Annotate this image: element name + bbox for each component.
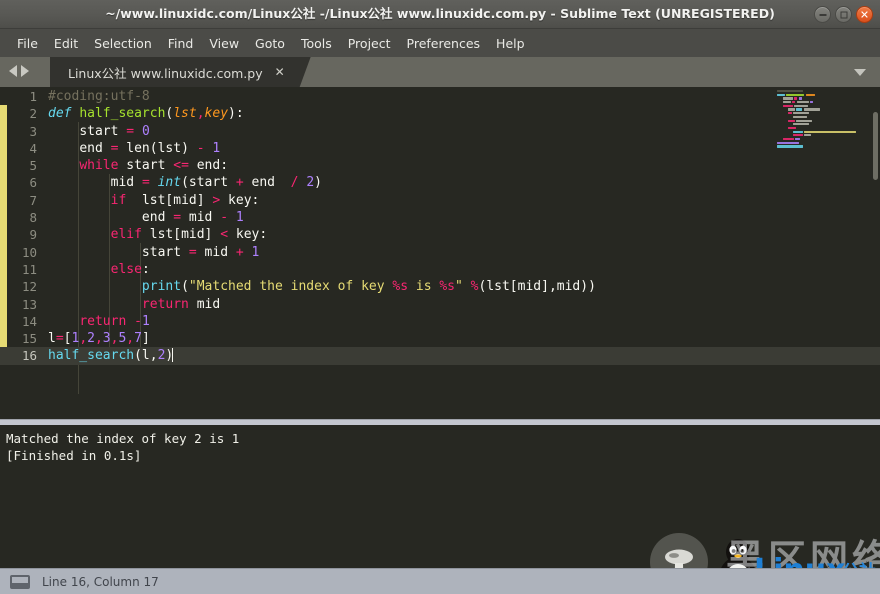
code-line: 11 else: — [0, 261, 880, 278]
line-number: 11 — [21, 261, 37, 277]
window-title: ~/www.linuxidc.com/Linux公社 -/Linux公社 www… — [105, 6, 775, 21]
menu-item-project[interactable]: Project — [340, 33, 399, 54]
console-line: Matched the index of key 2 is 1 — [6, 431, 240, 446]
menu-item-view[interactable]: View — [201, 33, 247, 54]
line-number: 9 — [29, 227, 37, 243]
minimize-button[interactable] — [814, 6, 831, 23]
status-bar: Line 16, Column 17 — [0, 568, 880, 594]
line-content: return -1 — [79, 313, 150, 329]
line-number: 6 — [29, 175, 37, 191]
editor-scrollbar[interactable] — [873, 112, 878, 180]
code-line: 4 end = len(lst) - 1 — [0, 140, 880, 157]
code-line: 9 elif lst[mid] < key: — [0, 226, 880, 243]
build-output-panel[interactable]: Matched the index of key 2 is 1 [Finishe… — [0, 425, 880, 568]
text-caret — [172, 348, 174, 363]
menu-item-tools[interactable]: Tools — [293, 33, 340, 54]
tab-active[interactable]: Linux公社 www.linuxidc.com.py ✕ — [50, 57, 311, 87]
menu-item-find[interactable]: Find — [160, 33, 202, 54]
line-number: 7 — [29, 192, 37, 208]
line-number: 1 — [29, 89, 37, 104]
line-content: l=[1,2,3,5,7] — [48, 331, 150, 347]
code-line: 3 start = 0 — [0, 123, 880, 140]
menu-item-goto[interactable]: Goto — [247, 33, 293, 54]
line-content: else: — [110, 261, 150, 277]
code-line: 14 return -1 — [0, 313, 880, 330]
nav-back-icon[interactable] — [9, 65, 17, 77]
chevron-down-icon[interactable] — [854, 69, 866, 76]
menu-item-help[interactable]: Help — [488, 33, 533, 54]
code-line: 13 return mid — [0, 296, 880, 313]
line-content: end = mid - 1 — [141, 210, 244, 226]
tab-close-icon[interactable]: ✕ — [275, 66, 285, 78]
line-number: 12 — [21, 279, 37, 295]
line-content: elif lst[mid] < key: — [110, 227, 268, 243]
code-line: 2 def half_search(lst,key): — [0, 105, 880, 122]
sublime-text-window: ~/www.linuxidc.com/Linux公社 -/Linux公社 www… — [0, 0, 880, 594]
line-number: 8 — [29, 210, 37, 226]
line-content: start = mid + 1 — [141, 244, 260, 260]
line-content: start = 0 — [79, 123, 150, 139]
line-content: end = len(lst) - 1 — [79, 140, 221, 156]
tab-nav-arrows — [9, 65, 29, 77]
line-content: if lst[mid] > key: — [110, 192, 260, 208]
title-bar: ~/www.linuxidc.com/Linux公社 -/Linux公社 www… — [0, 0, 880, 29]
code-line: 8 end = mid - 1 — [0, 209, 880, 226]
line-number: 4 — [29, 140, 37, 156]
code-lines: 1 #coding:utf-8 2 def half_search(lst,ke… — [0, 88, 880, 419]
line-number: 2 — [29, 106, 37, 122]
code-line: 12 print("Matched the index of key %s is… — [0, 278, 880, 295]
line-number: 15 — [21, 331, 37, 347]
close-icon: ✕ — [859, 8, 870, 21]
menu-bar: File Edit Selection Find View Goto Tools… — [0, 29, 880, 57]
close-button[interactable]: ✕ — [856, 6, 873, 23]
toggle-panel-icon[interactable] — [10, 574, 30, 589]
code-line: 15 l=[1,2,3,5,7] — [0, 330, 880, 347]
code-line: 6 mid = int(start + end / 2) — [0, 174, 880, 191]
line-content: while start <= end: — [79, 158, 229, 174]
menu-item-preferences[interactable]: Preferences — [399, 33, 489, 54]
line-number: 5 — [29, 158, 37, 174]
menu-item-file[interactable]: File — [9, 33, 46, 54]
line-number: 3 — [29, 123, 37, 139]
console-line: [Finished in 0.1s] — [6, 448, 142, 463]
code-line: 7 if lst[mid] > key: — [0, 192, 880, 209]
code-line: 5 while start <= end: — [0, 157, 880, 174]
line-content: return mid — [141, 296, 221, 312]
code-line: 10 start = mid + 1 — [0, 244, 880, 261]
code-line-active: 16 half_search(l,2) — [0, 347, 880, 365]
tab-bar: Linux公社 www.linuxidc.com.py ✕ — [0, 57, 880, 87]
code-line: 1 #coding:utf-8 — [0, 88, 880, 105]
nav-forward-icon[interactable] — [21, 65, 29, 77]
line-content: mid = int(start + end / 2) — [110, 175, 322, 191]
code-editor[interactable]: 1 #coding:utf-8 2 def half_search(lst,ke… — [0, 87, 880, 419]
line-content: half_search(l,2) — [48, 348, 174, 364]
line-number: 10 — [21, 244, 37, 260]
line-content: print("Matched the index of key %s is %s… — [141, 279, 596, 295]
line-number: 13 — [21, 296, 37, 312]
menu-item-selection[interactable]: Selection — [86, 33, 160, 54]
line-content: #coding:utf-8 — [48, 89, 150, 104]
tab-label: Linux公社 www.linuxidc.com.py — [68, 65, 263, 81]
maximize-button[interactable] — [835, 6, 852, 23]
line-number: 16 — [21, 348, 37, 364]
line-content: def half_search(lst,key): — [48, 106, 244, 122]
window-controls: ✕ — [814, 6, 873, 23]
line-number: 14 — [21, 313, 37, 329]
minimap[interactable] — [773, 90, 868, 150]
cursor-position: Line 16, Column 17 — [42, 574, 159, 589]
menu-item-edit[interactable]: Edit — [46, 33, 86, 54]
